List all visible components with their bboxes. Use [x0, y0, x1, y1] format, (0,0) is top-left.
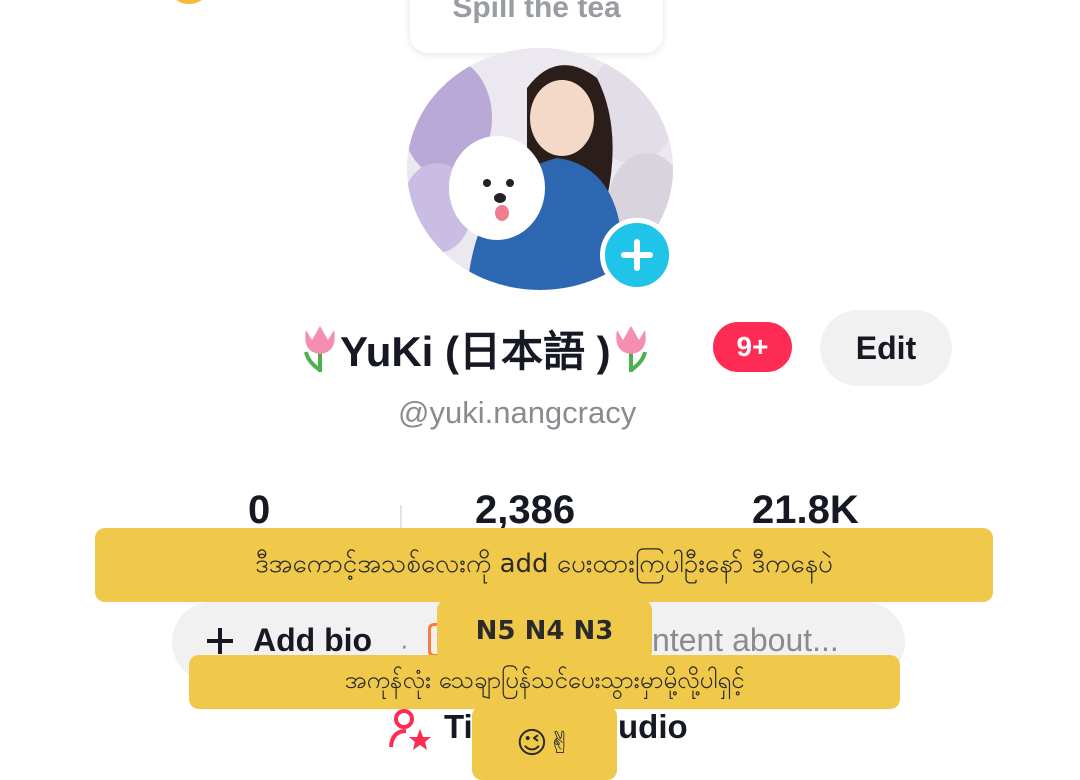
plus-icon [207, 627, 233, 654]
tulip-icon [615, 326, 647, 372]
profile-name: YuKi (日本語 ) [340, 327, 611, 375]
stat-likes-count[interactable]: 21.8K [752, 488, 859, 533]
overlay-caption-line-3: အကုန်လုံး သေချာပြန်သင်ပေးသွားမှာမို့လို့… [189, 655, 900, 709]
studio-link-left[interactable]: Ti [444, 708, 473, 746]
status-bubble-text: Spill the tea [452, 0, 621, 24]
add-bio-label: Add bio [253, 622, 373, 658]
add-avatar-button[interactable] [600, 218, 674, 292]
stat-followers-count[interactable]: 2,386 [475, 488, 575, 533]
overlay-caption-line-1: ဒီအကောင့်အသစ်လေးကို add ပေးထားကြပါဦးနော်… [95, 528, 993, 602]
username-handle: @yuki.nangcracy [398, 395, 637, 430]
status-bubble[interactable]: Spill the tea [410, 0, 663, 53]
overlay-caption-line-2: N5 N4 N3 [437, 600, 652, 662]
emoji-partial [170, 0, 208, 4]
studio-link-right[interactable]: udio [618, 708, 688, 746]
edit-profile-button[interactable]: Edit [820, 310, 952, 386]
overlay-caption-emoji: 😉✌ [472, 706, 617, 780]
tulip-icon [304, 326, 335, 372]
profile-name-row: YuKi (日本語 ) [300, 316, 651, 380]
plus-icon [621, 239, 653, 271]
stat-following-count[interactable]: 0 [248, 488, 270, 533]
add-bio-button[interactable]: Add bio [205, 622, 372, 659]
content-about-label[interactable]: ntent about... [652, 622, 839, 659]
notification-badge[interactable]: 9+ [713, 322, 792, 372]
studio-person-icon [389, 709, 431, 750]
